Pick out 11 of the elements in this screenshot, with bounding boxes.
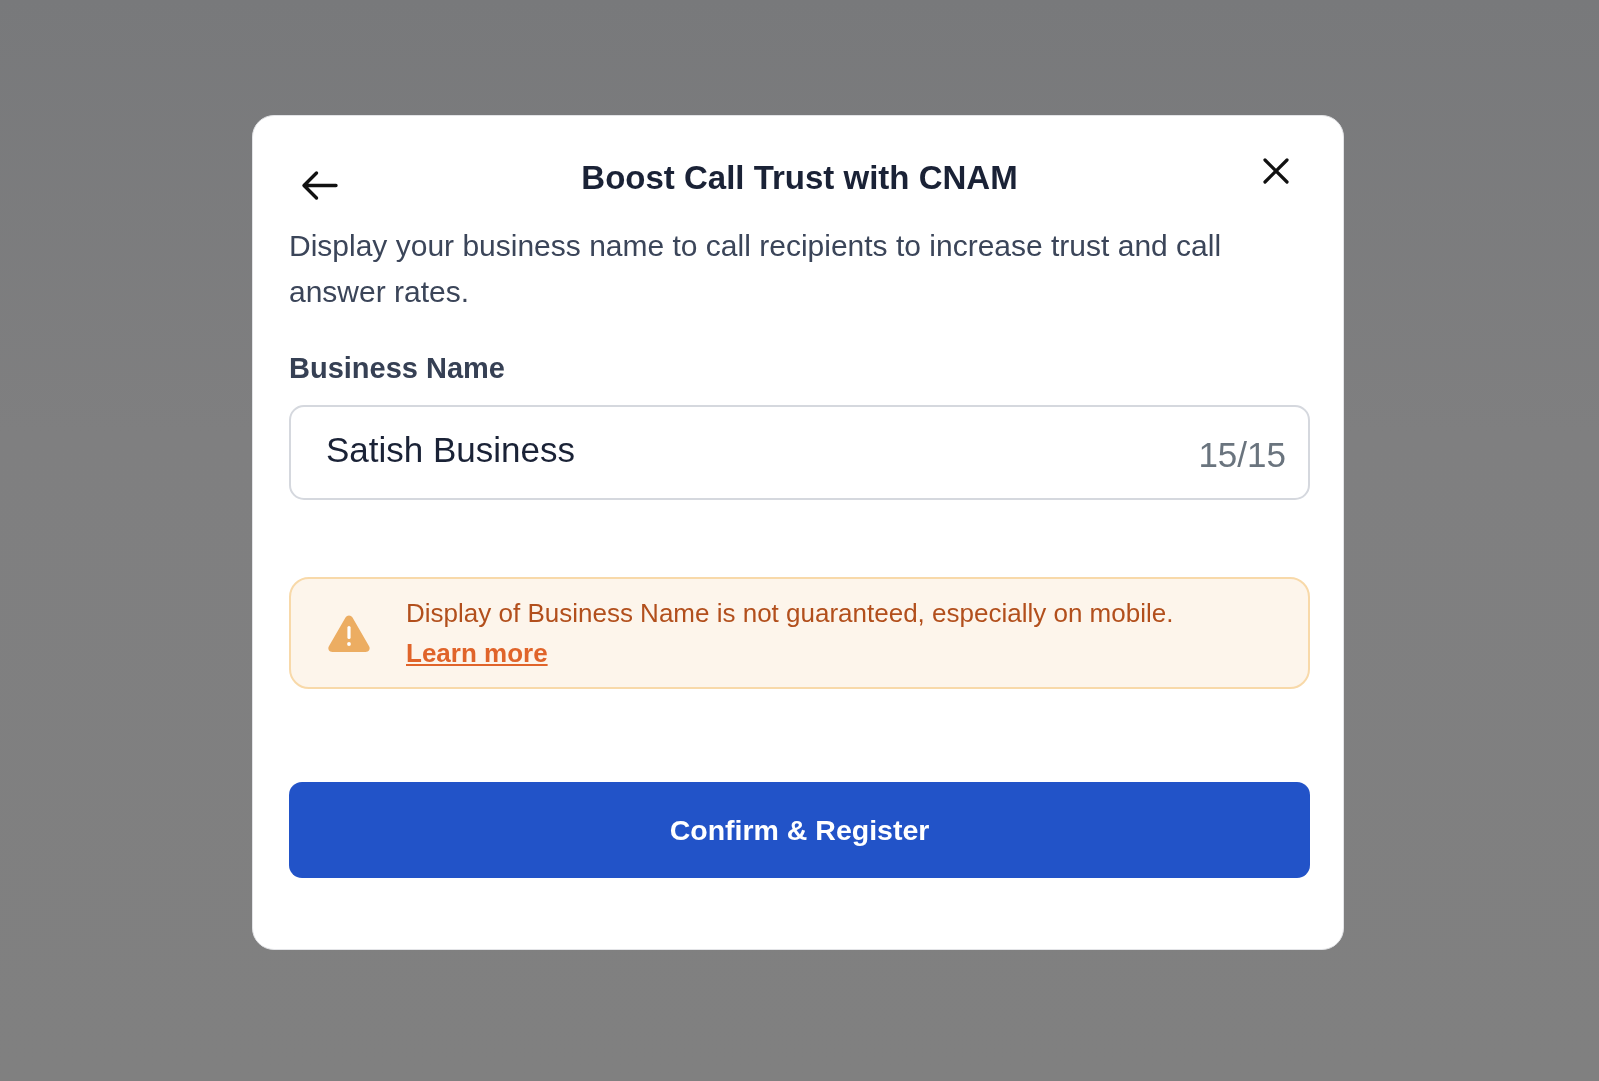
confirm-register-button[interactable]: Confirm & Register: [289, 782, 1310, 878]
warning-message: Display of Business Name is not guaranteed, especially on mobile. Learn more: [406, 597, 1175, 670]
back-arrow-icon: [301, 169, 338, 201]
dialog-description: Display your business name to call recipients to increase trust and call answer rates.: [289, 228, 1223, 310]
field-label: Business Name: [289, 351, 506, 386]
back-button[interactable]: [301, 169, 338, 201]
close-icon: [1263, 158, 1289, 184]
dialog-title: Boost Call Trust with CNAM: [581, 158, 1018, 198]
warning-icon: [327, 614, 371, 652]
character-counter: 15/15: [1198, 434, 1286, 476]
close-button[interactable]: [1263, 158, 1289, 184]
